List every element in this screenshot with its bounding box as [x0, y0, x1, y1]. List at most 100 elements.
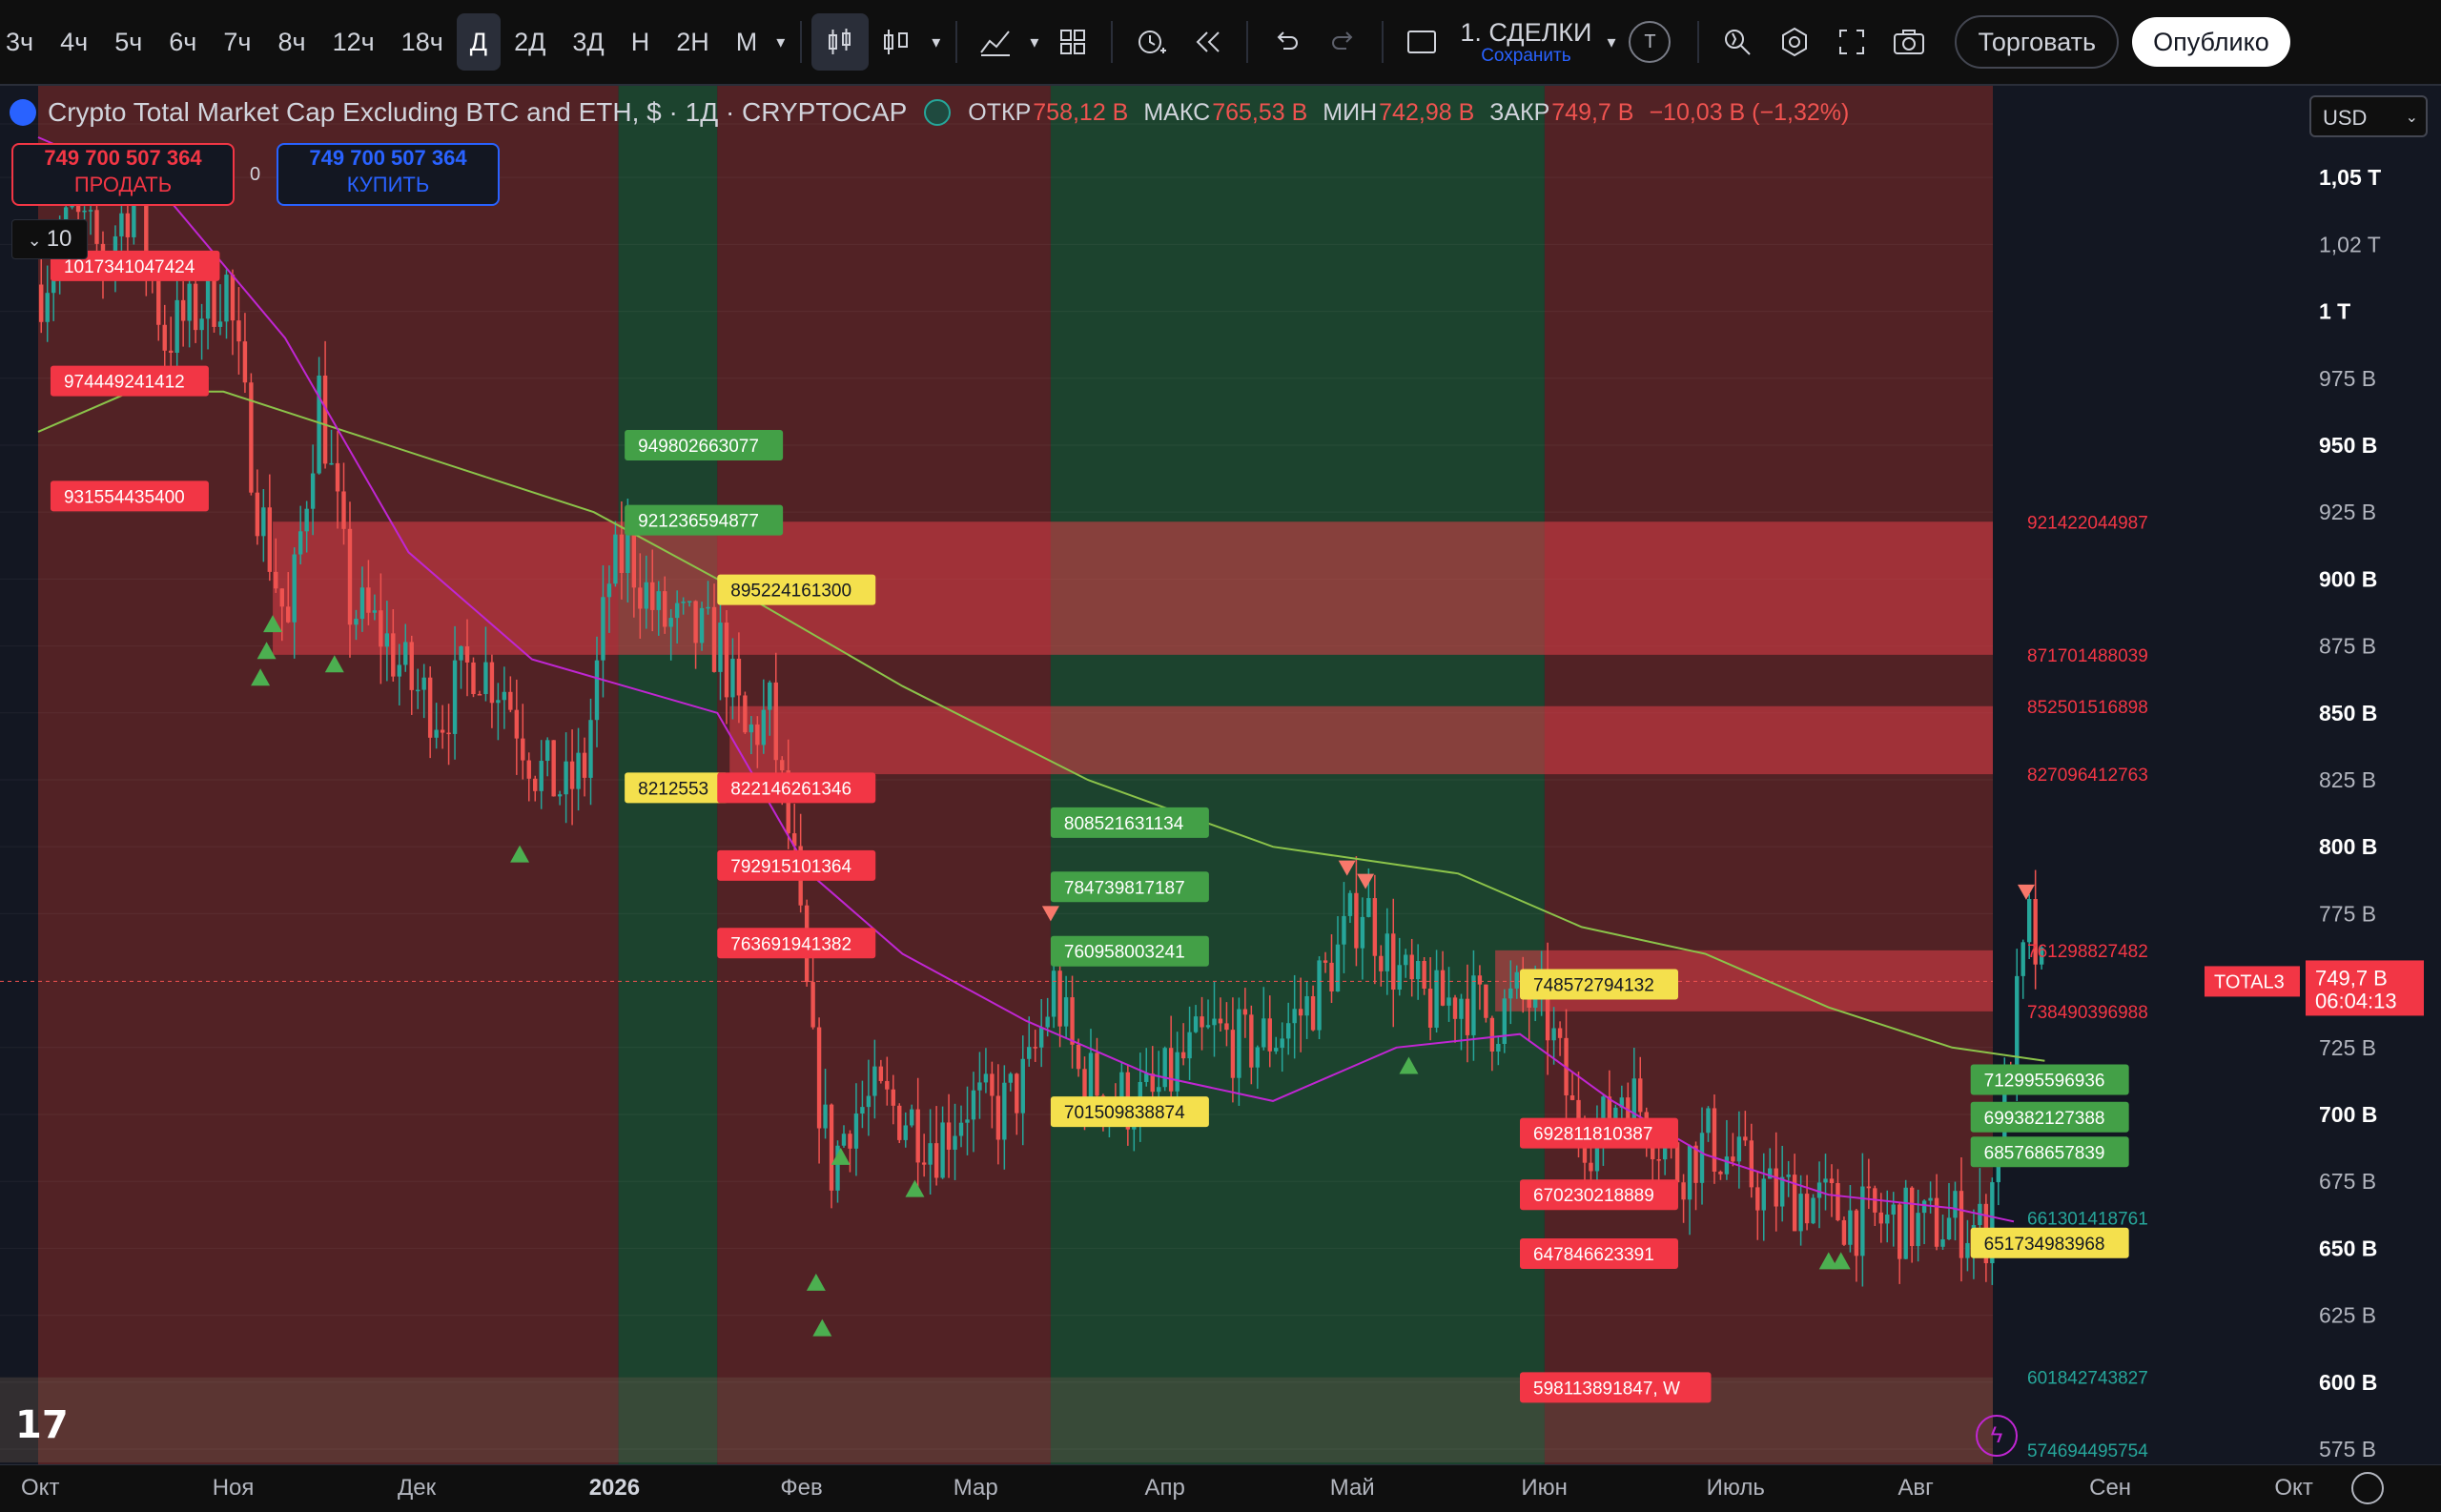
candle-body [1878, 1212, 1883, 1224]
candle-body [928, 1143, 933, 1165]
timeframe-12ч[interactable]: 12ч [319, 13, 388, 71]
interval-input[interactable]: ⌄ 10 [11, 219, 88, 259]
timeframe-18ч[interactable]: 18ч [388, 13, 457, 71]
candle-body [1459, 998, 1464, 1019]
candle-body [551, 740, 556, 797]
layouts-grid-icon[interactable] [1044, 13, 1101, 71]
timeframe-7ч[interactable]: 7ч [210, 13, 264, 71]
level-label: 647846623391 [1533, 1245, 1654, 1265]
candle-body [1712, 1108, 1717, 1172]
candle-body [1038, 1027, 1044, 1048]
candle-body [261, 507, 266, 537]
candle-body [82, 210, 87, 213]
candle-body [810, 982, 815, 1028]
candle-body [921, 1162, 927, 1165]
replay-rewind-icon[interactable] [1179, 13, 1237, 71]
candle-body [366, 587, 371, 613]
candle-body [483, 662, 488, 695]
alert-clock-icon[interactable] [1122, 13, 1179, 71]
sell-button[interactable]: 749 700 507 364 ПРОДАТЬ [11, 143, 235, 206]
timeframe-Н[interactable]: Н [618, 13, 664, 71]
candle-body [477, 694, 482, 696]
candle-body [1804, 1194, 1810, 1224]
timeframe-3ч[interactable]: 3ч [0, 13, 47, 71]
candle-body [1027, 1047, 1032, 1059]
candle-body [1298, 1009, 1303, 1016]
candle-body [1928, 1197, 1933, 1201]
candle-body [990, 1073, 995, 1096]
candle-body [940, 1122, 945, 1178]
bar-chart-type-icon[interactable] [869, 13, 926, 71]
time-axis-label: Апр [1144, 1475, 1185, 1501]
layout-badge[interactable]: T [1629, 21, 1672, 63]
candle-body [1070, 997, 1075, 1045]
candle-body [1798, 1194, 1803, 1232]
candle-body [1440, 970, 1446, 1006]
price-axis-tick: 900 B [2319, 566, 2377, 591]
tradingview-logo[interactable]: 17 [15, 1403, 69, 1447]
candle-body [94, 210, 99, 244]
undo-icon[interactable] [1258, 13, 1315, 71]
candle-body [663, 591, 667, 627]
candle-body [1249, 1014, 1254, 1068]
candle-body [848, 1134, 852, 1149]
candle-body [1946, 1217, 1952, 1239]
candle-body [1866, 1186, 1872, 1189]
indicators-chevron-icon[interactable]: ▾ [1024, 32, 1044, 52]
timeframe-М[interactable]: М [723, 13, 771, 71]
symbol-logo-icon [10, 99, 36, 126]
candle-body [1304, 995, 1309, 1016]
layout-name-button[interactable]: 1. СДЕЛКИ Сохранить [1460, 18, 1591, 67]
redo-icon[interactable] [1315, 13, 1372, 71]
timeframe-5ч[interactable]: 5ч [101, 13, 155, 71]
symbol-tag[interactable]: TOTAL3 [2214, 971, 2285, 992]
timeframe-4ч[interactable]: 4ч [47, 13, 101, 71]
quick-search-icon[interactable] [1709, 13, 1766, 71]
candle-body [711, 606, 717, 672]
camera-snapshot-icon[interactable] [1880, 13, 1938, 71]
candles-chart-type-icon[interactable] [811, 13, 870, 71]
level-label: 692811810387 [1533, 1125, 1652, 1145]
candle-body [687, 601, 692, 603]
candle-body [354, 619, 359, 625]
fullscreen-icon[interactable] [1823, 13, 1880, 71]
timeframe-8ч[interactable]: 8ч [264, 13, 318, 71]
candle-body [977, 1082, 982, 1091]
collapse-chevron-icon[interactable]: ⌄ [28, 231, 47, 250]
toolbar-divider [1697, 21, 1700, 63]
candle-body [965, 1119, 970, 1123]
timeframe-6ч[interactable]: 6ч [155, 13, 210, 71]
indicators-icon[interactable] [967, 13, 1024, 71]
candle-body [1854, 1210, 1859, 1257]
timeframe-Д[interactable]: Д [456, 13, 502, 71]
bar-countdown: 06:04:13 [2315, 989, 2397, 1012]
buy-button[interactable]: 749 700 507 364 КУПИТЬ [277, 143, 500, 206]
settings-gear-icon[interactable] [1766, 13, 1823, 71]
publish-button[interactable]: Опублико [2132, 17, 2290, 67]
symbol-title[interactable]: Crypto Total Market Cap Excluding BTC an… [48, 97, 907, 128]
time-axis-label: Май [1329, 1475, 1375, 1501]
price-axis-tick: 950 B [2319, 433, 2377, 458]
layout-save-link[interactable]: Сохранить [1481, 46, 1570, 67]
candle-body [897, 1105, 902, 1140]
chart-settings-icon[interactable] [2351, 1472, 2384, 1504]
timeframe-3Д[interactable]: 3Д [559, 13, 617, 71]
lightning-icon[interactable]: ϟ [1976, 1415, 2018, 1457]
trade-button[interactable]: Торговать [1955, 15, 2120, 69]
candle-body [2015, 975, 2020, 1077]
timeframe-dropdown-chevron-icon[interactable]: ▾ [770, 32, 790, 52]
timeframe-2Д[interactable]: 2Д [501, 13, 559, 71]
candle-body [169, 350, 174, 354]
time-axis[interactable]: Окт Ноя Дек 2026 Фев Мар Апр Май Июн Июль Авг Сен Ок… [0, 1464, 2441, 1512]
price-chart[interactable]: 1017341047424 974449241412 931554435400 949… [0, 86, 2441, 1464]
layout-chevron-icon[interactable]: ▾ [1601, 32, 1621, 52]
candle-body [1477, 975, 1483, 985]
currency-select[interactable]: USD ⌄ [2309, 95, 2428, 137]
candle-body [1015, 1073, 1019, 1114]
candle-body [1891, 1204, 1896, 1215]
chart-area[interactable]: 1017341047424 974449241412 931554435400 949… [0, 86, 2441, 1464]
candle-body [322, 375, 328, 464]
timeframe-2Н[interactable]: 2Н [663, 13, 723, 71]
chart-type-chevron-icon[interactable]: ▾ [926, 32, 946, 52]
layout-square-icon[interactable] [1393, 13, 1450, 71]
